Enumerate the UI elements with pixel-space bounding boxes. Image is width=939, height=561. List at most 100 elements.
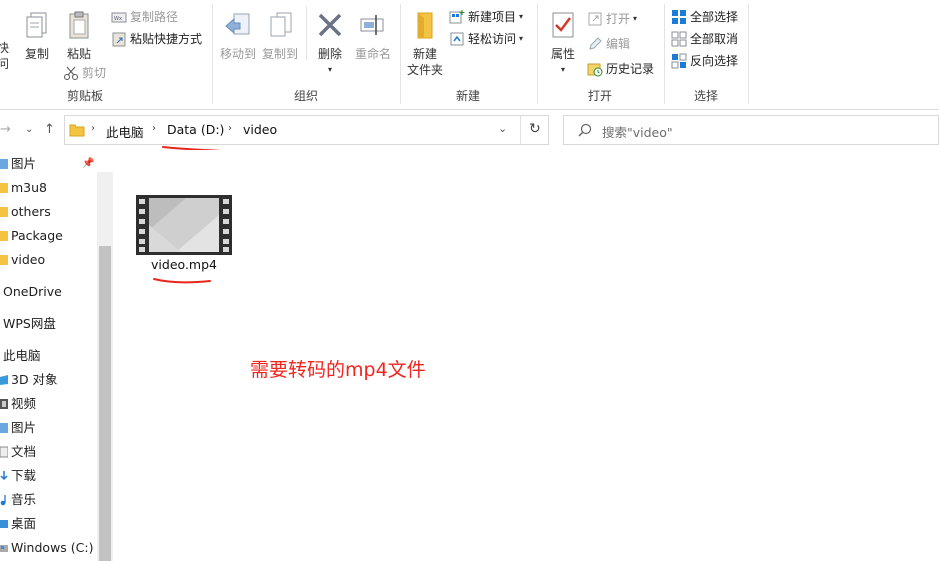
download-arrow-icon (0, 471, 8, 481)
nav-item-label: 文档 (11, 444, 37, 459)
easy-access-button[interactable]: 轻松访问 ▾ (449, 28, 523, 50)
paste-shortcut-icon (112, 32, 126, 47)
delete-button[interactable]: 删除 ▾ (312, 10, 348, 78)
pictures-icon (0, 423, 8, 433)
search-placeholder: 搜索"video" (602, 125, 673, 140)
properties-button[interactable]: 属性 ▾ (544, 10, 582, 78)
nav-item-pictures-2[interactable]: 图片 (0, 418, 36, 438)
breadcrumb-this-pc[interactable]: 此电脑 (106, 122, 144, 141)
address-history-chevron-icon[interactable]: ⌄ (498, 122, 507, 135)
properties-check-icon (552, 12, 574, 38)
cut-button[interactable]: 剪切 (63, 62, 106, 84)
nav-item-label: 图片 (11, 156, 37, 171)
nav-item-downloads[interactable]: 下载 (0, 466, 36, 486)
nav-item-label: 音乐 (11, 492, 37, 507)
nav-item-this-pc[interactable]: 此电脑 (0, 346, 41, 366)
history-button[interactable]: 历史记录 (587, 58, 654, 80)
svg-text:Wx: Wx (114, 16, 122, 22)
select-none-label: 全部取消 (690, 32, 739, 46)
chevron-down-icon: ▾ (519, 34, 524, 43)
nav-item-label: 3D 对象 (11, 372, 58, 387)
search-input[interactable]: 搜索"video" (563, 115, 939, 145)
breadcrumb-video[interactable]: video (243, 122, 277, 137)
forward-arrow-icon[interactable]: → (0, 122, 11, 137)
search-icon (578, 123, 592, 137)
breadcrumb-chevron-icon[interactable]: › (228, 123, 232, 134)
nav-item-documents[interactable]: 文档 (0, 442, 36, 462)
ribbon-divider (748, 4, 749, 104)
edit-pencil-icon (589, 37, 602, 50)
pin-label-2: 问 (0, 57, 9, 71)
pictures-icon (0, 159, 8, 169)
copy-icon (26, 12, 47, 38)
new-folder-label-1: 新建 (412, 47, 437, 61)
open-label: 打开 (606, 12, 631, 26)
nav-item-3d-objects[interactable]: 3D 对象 (0, 370, 58, 390)
easy-access-icon (450, 32, 464, 46)
file-item-video[interactable]: video.mp4 (132, 193, 236, 275)
move-to-label: 移动到 (219, 47, 256, 61)
invert-selection-button[interactable]: 反向选择 (671, 50, 738, 72)
nav-item-videos[interactable]: 视频 (0, 394, 36, 414)
annotation-text: 需要转码的mp4文件 (250, 359, 426, 381)
select-group-label: 选择 (693, 89, 718, 103)
breadcrumb-data-drive[interactable]: Data (D:) (167, 122, 224, 137)
nav-item-label: m3u8 (11, 180, 48, 195)
videos-icon (0, 399, 8, 409)
select-none-icon (671, 31, 687, 47)
nav-item-windows-c[interactable]: Windows (C:) (0, 538, 93, 558)
copy-label: 复制 (24, 47, 49, 61)
desktop-icon (0, 520, 8, 528)
move-to-button[interactable]: 移动到 (218, 10, 258, 62)
nav-item-pictures[interactable]: 图片 (0, 154, 36, 174)
clipboard-group-label: 剪贴板 (66, 89, 103, 103)
nav-item-label: WPS网盘 (3, 316, 56, 331)
nav-item-music[interactable]: 音乐 (0, 490, 36, 510)
3d-objects-icon (0, 375, 8, 385)
copy-to-button[interactable]: 复制到 (260, 10, 300, 62)
copy-button[interactable]: 复制 (22, 10, 52, 62)
refresh-icon[interactable]: ↻ (529, 121, 541, 137)
folder-icon (0, 207, 8, 217)
copy-path-button[interactable]: Wx 复制路径 (111, 6, 178, 28)
ribbon: 快 问 复制 粘贴 Wx 复制路径 粘贴快捷方式 剪切 剪贴板 移动到 复制到 … (0, 0, 939, 110)
rename-button[interactable]: 重命名 (352, 10, 394, 62)
select-all-icon (672, 10, 686, 24)
chevron-down-icon: ▾ (519, 12, 524, 21)
open-button[interactable]: 打开 ▾ (587, 8, 637, 30)
copy-to-icon (270, 12, 292, 37)
breadcrumb-chevron-icon[interactable]: › (91, 123, 95, 134)
breadcrumb-chevron-icon[interactable]: › (152, 123, 156, 134)
nav-item-label: 下载 (11, 468, 37, 483)
pin-icon: 📌 (82, 158, 95, 169)
nav-scrollbar-thumb[interactable] (99, 246, 111, 561)
folder-icon (417, 12, 433, 39)
new-group-label: 新建 (455, 89, 480, 103)
paste-button[interactable]: 粘贴 (62, 10, 96, 62)
edit-button[interactable]: 编辑 (587, 33, 630, 55)
nav-item-desktop[interactable]: 桌面 (0, 514, 36, 534)
nav-item-m3u8[interactable]: m3u8 (0, 178, 47, 198)
up-arrow-icon[interactable]: ↑ (44, 122, 55, 137)
rename-label: 重命名 (354, 47, 391, 61)
nav-item-onedrive[interactable]: OneDrive (0, 282, 62, 302)
folder-icon (0, 231, 8, 241)
recent-locations-chevron-icon[interactable]: ⌄ (25, 124, 33, 135)
nav-item-others[interactable]: others (0, 202, 51, 222)
new-folder-button[interactable]: 新建 文件夹 (405, 10, 445, 78)
address-bar[interactable]: › 此电脑 › Data (D:) › video ⌄ ↻ (64, 115, 549, 145)
documents-icon (0, 446, 8, 458)
nav-item-wps-drive[interactable]: WPS网盘 (0, 314, 56, 334)
nav-item-label: 视频 (11, 396, 37, 411)
select-all-button[interactable]: 全部选择 (671, 6, 738, 28)
file-list-area[interactable] (113, 150, 939, 561)
pin-label-1: 快 (0, 41, 9, 55)
nav-item-video[interactable]: video (0, 250, 45, 270)
select-none-button[interactable]: 全部取消 (671, 28, 738, 50)
paste-shortcut-button[interactable]: 粘贴快捷方式 (111, 28, 202, 50)
nav-item-package[interactable]: Package (0, 226, 63, 246)
pin-quick-access-button[interactable]: 快 问 (0, 10, 14, 72)
nav-item-label: Windows (C:) (11, 540, 94, 555)
new-item-button[interactable]: 新建项目 ▾ (449, 6, 523, 28)
paste-label: 粘贴 (66, 47, 91, 61)
